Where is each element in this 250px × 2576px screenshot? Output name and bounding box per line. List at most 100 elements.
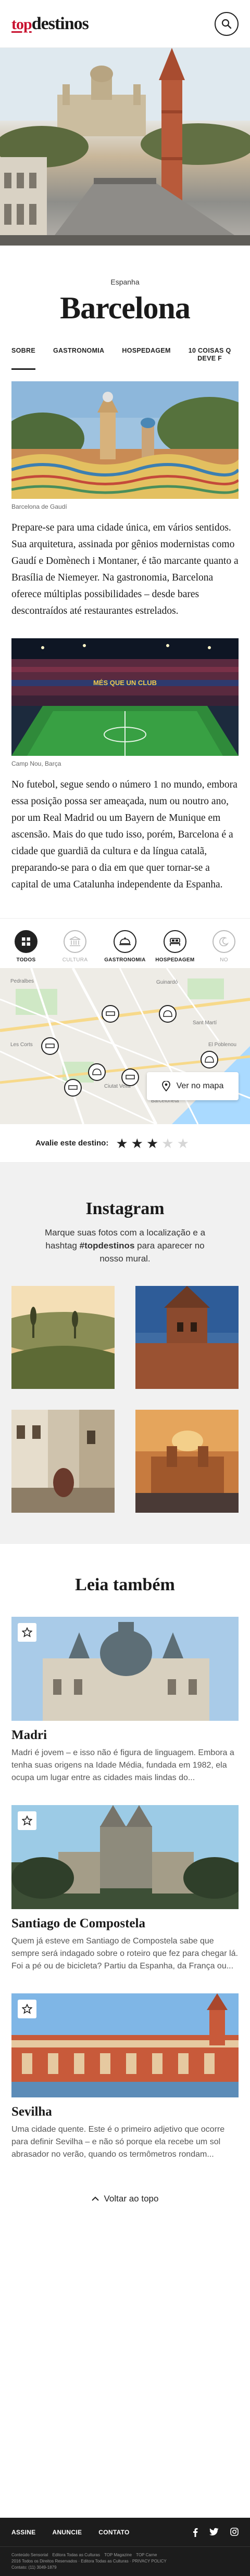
map-pin-icon[interactable] <box>201 1051 218 1068</box>
rating-label: Avalie este destino: <box>35 1139 109 1148</box>
footer-link-contato[interactable]: CONTATO <box>98 2529 129 2536</box>
article-paragraph: Prepare-se para uma cidade única, em vár… <box>11 522 239 616</box>
map-pin-icon[interactable] <box>159 1005 177 1023</box>
facebook-icon[interactable] <box>193 2528 198 2537</box>
tab-hospedagem[interactable]: HOSPEDAGEM <box>122 347 170 370</box>
article-card[interactable]: Sevilha Uma cidade quente. Este é o prim… <box>11 1993 239 2161</box>
instagram-photo[interactable] <box>11 1286 115 1389</box>
instagram-photo[interactable] <box>135 1286 239 1389</box>
logo[interactable]: top destinos <box>11 14 89 34</box>
star-outline-icon <box>22 1815 32 1826</box>
star-filled-icon[interactable]: ★ <box>146 1137 158 1150</box>
tab-sobre[interactable]: SOBRE <box>11 347 35 370</box>
instagram-photo[interactable] <box>135 1410 239 1513</box>
article-paragraph: No futebol, segue sendo o número 1 no mu… <box>11 779 238 890</box>
social-links <box>193 2527 239 2537</box>
map-label: Sant Martí <box>193 1020 217 1026</box>
tab-gastronomia[interactable]: GASTRONOMIA <box>53 347 104 370</box>
article-card[interactable]: Madri Madri é jovem – e isso não é figur… <box>11 1617 239 1784</box>
country-label: Espanha <box>110 278 140 286</box>
card-photo <box>11 1993 239 2097</box>
category-noite[interactable]: NO <box>207 930 241 963</box>
card-title: Sevilha <box>11 2105 52 2119</box>
card-text: Uma cidade quente. Este é o primeiro adj… <box>11 2125 225 2159</box>
photo-caption: Barcelona de Gaudí <box>11 503 67 510</box>
category-icon-circle <box>213 930 235 953</box>
site-header: top destinos <box>0 0 250 48</box>
star-empty-icon[interactable]: ★ <box>177 1137 189 1150</box>
instagram-photo[interactable] <box>11 1410 115 1513</box>
card-title: Madri <box>11 1728 47 1742</box>
site-footer: ASSINE ANUNCIE CONTATO Conteúdo Sensoria <box>0 2518 250 2576</box>
dish-icon <box>119 937 131 945</box>
back-to-top-label: Voltar ao topo <box>104 2194 159 2204</box>
page: top destinos Espanha Barcelona SOBRE GAS… <box>0 0 250 2576</box>
star-empty-icon[interactable]: ★ <box>161 1137 173 1150</box>
star-filled-icon[interactable]: ★ <box>131 1137 143 1150</box>
card-title: Santiago de Compostela <box>11 1916 145 1930</box>
instagram-section: Instagram Marque suas fotos com a locali… <box>0 1163 250 1544</box>
category-icon-circle <box>64 930 86 953</box>
category-label: TODOS <box>16 957 36 963</box>
view-on-map-label: Ver no mapa <box>176 1081 224 1090</box>
category-label: HOSPEDAGEM <box>155 957 195 963</box>
card-photo <box>11 1617 239 1721</box>
footer-legal-item[interactable]: Conteúdo Sensorial <box>11 2553 48 2557</box>
map-pin-icon[interactable] <box>102 1005 119 1023</box>
article-card[interactable]: Santiago de Compostela Quem já esteve em… <box>11 1805 239 1973</box>
logo-top: top <box>11 15 32 33</box>
view-on-map-button[interactable]: Ver no mapa <box>147 1072 239 1100</box>
category-todos[interactable]: TODOS <box>9 930 43 963</box>
map-pin-icon[interactable] <box>41 1037 59 1055</box>
footer-nav: ASSINE ANUNCIE CONTATO <box>0 2518 250 2547</box>
map-pin-icon[interactable] <box>64 1079 82 1097</box>
category-cultura[interactable]: CULTURA <box>58 930 92 963</box>
category-label: CULTURA <box>62 957 88 963</box>
bed-icon <box>169 938 180 946</box>
photo-caption: Camp Nou, Barça <box>11 760 61 767</box>
category-hospedagem[interactable]: HOSPEDAGEM <box>155 930 195 963</box>
star-outline-icon <box>22 1627 32 1638</box>
card-photo <box>11 1805 239 1909</box>
category-gastronomia[interactable]: GASTRONOMIA <box>104 930 146 963</box>
map-label: Guinardó <box>156 980 178 985</box>
footer-legal-item[interactable]: Editora Todas as Culturas <box>53 2553 100 2557</box>
footer-legal-line2: 2016 Todos os Direitos Reservados · Edit… <box>11 2559 167 2564</box>
chevron-up-icon <box>91 2196 99 2201</box>
category-icon-circle <box>163 930 186 953</box>
photo-camp-nou: MÉS QUE UN CLUB <box>11 638 239 756</box>
article: Barcelona de Gaudí Prepare-se para uma c… <box>0 381 250 893</box>
footer-legal-item[interactable]: TOP Magazine <box>104 2553 132 2557</box>
star-rating[interactable]: ★ ★ ★ ★ ★ <box>116 1137 189 1150</box>
favorite-button[interactable] <box>18 1623 36 1642</box>
favorite-button[interactable] <box>18 2000 36 2018</box>
instagram-title: Instagram <box>85 1199 165 1218</box>
back-to-top-link[interactable]: Voltar ao topo <box>11 2181 239 2217</box>
star-filled-icon[interactable]: ★ <box>116 1137 128 1150</box>
favorite-button[interactable] <box>18 1811 36 1830</box>
museum-icon <box>69 936 81 946</box>
tab-10-coisas[interactable]: 10 COISAS Q DEVE F <box>189 347 231 370</box>
map-pin-icon[interactable] <box>88 1063 106 1081</box>
footer-link-assine[interactable]: ASSINE <box>11 2529 35 2536</box>
page-title: Barcelona <box>60 291 191 325</box>
title-block: Espanha Barcelona <box>0 246 250 326</box>
search-button[interactable] <box>215 11 239 36</box>
card-text: Quem já esteve em Santiago de Compostela… <box>11 1937 238 1970</box>
footer-link-anuncie[interactable]: ANUNCIE <box>52 2529 82 2536</box>
footer-legal-line3: Contato: (11) 3049-1879 <box>11 2565 57 2570</box>
instagram-icon[interactable] <box>230 2527 239 2536</box>
instagram-text: Marque suas fotos com a localização e a … <box>39 1226 211 1265</box>
logo-destinos: destinos <box>31 14 89 33</box>
star-outline-icon <box>22 2004 32 2014</box>
category-label: GASTRONOMIA <box>104 957 146 963</box>
twitter-icon[interactable] <box>209 2528 219 2536</box>
map-pin-icon[interactable] <box>121 1068 139 1086</box>
footer-legal: Conteúdo Sensorial Editora Todas as Cult… <box>0 2547 250 2571</box>
map-label: Pedralbes <box>10 978 34 984</box>
read-also-section: Leia também Madri Madri é jovem – e isso… <box>0 1544 250 2217</box>
map[interactable]: Sant Martí Guinardó Les Corts Pedralbes … <box>0 968 250 1124</box>
category-label: NO <box>220 957 228 963</box>
footer-legal-item[interactable]: TOP Carne <box>136 2553 157 2557</box>
instagram-grid <box>11 1286 239 1513</box>
